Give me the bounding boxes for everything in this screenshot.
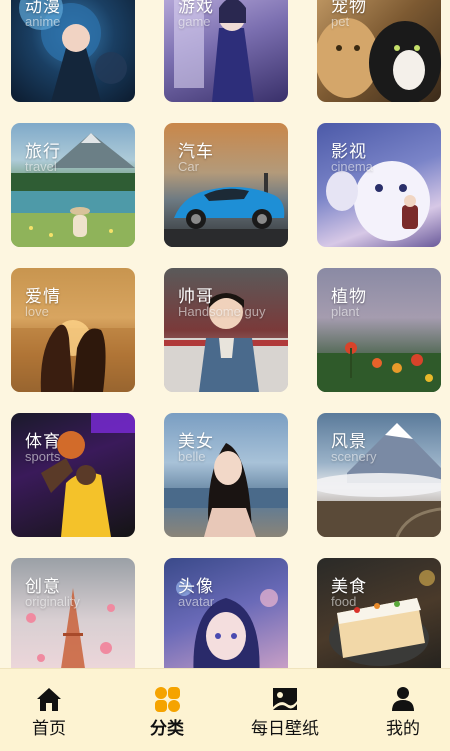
category-subtitle: plant: [331, 304, 360, 319]
home-icon: [35, 685, 63, 713]
category-tile-car[interactable]: 汽车 Car: [164, 123, 288, 247]
category-subtitle: originality: [25, 594, 80, 609]
category-tile-sports[interactable]: 体育 sports: [11, 413, 135, 537]
category-subtitle: game: [178, 14, 211, 29]
user-icon: [389, 685, 417, 713]
category-subtitle: sports: [25, 449, 61, 464]
category-tile-love[interactable]: 爱情 love: [11, 268, 135, 392]
nav-label-home: 首页: [32, 719, 66, 739]
category-subtitle: food: [331, 594, 357, 609]
category-tile-scenery[interactable]: 风景 scenery: [317, 413, 441, 537]
category-tile-plant[interactable]: 植物 plant: [317, 268, 441, 392]
category-subtitle: anime: [25, 14, 61, 29]
category-subtitle: cinema: [331, 159, 373, 174]
category-tile-anime[interactable]: 动漫 anime: [11, 0, 135, 102]
category-row: 爱情 love 帅哥 Handsome guy 植物 plant: [0, 268, 450, 413]
category-screen: 动漫 anime 游戏 game 宠物 pet 旅行 travel 汽车 Car…: [0, 0, 450, 751]
bottom-nav-bar: 首页 分类 每日壁纸 我的: [0, 668, 450, 751]
category-subtitle: belle: [178, 449, 206, 464]
category-subtitle: love: [25, 304, 49, 319]
category-grid-icon: [153, 685, 181, 713]
category-subtitle: Car: [178, 159, 199, 174]
category-subtitle: scenery: [331, 449, 377, 464]
nav-label-mine: 我的: [386, 719, 420, 739]
nav-tab-daily-wallpaper[interactable]: 每日壁纸: [247, 669, 323, 751]
category-row: 动漫 anime 游戏 game 宠物 pet: [0, 0, 450, 123]
category-tile-travel[interactable]: 旅行 travel: [11, 123, 135, 247]
category-row: 旅行 travel 汽车 Car 影视 cinema: [0, 123, 450, 268]
category-tile-belle[interactable]: 美女 belle: [164, 413, 288, 537]
category-tile-food[interactable]: 美食 food: [317, 558, 441, 682]
category-tile-avatar[interactable]: 头像 avatar: [164, 558, 288, 682]
category-grid: 动漫 anime 游戏 game 宠物 pet 旅行 travel 汽车 Car…: [0, 0, 450, 703]
category-tile-game[interactable]: 游戏 game: [164, 0, 288, 102]
category-row: 体育 sports 美女 belle 风景 scenery: [0, 413, 450, 558]
category-tile-pet[interactable]: 宠物 pet: [317, 0, 441, 102]
wallpaper-icon: [271, 685, 299, 713]
category-tile-cinema[interactable]: 影视 cinema: [317, 123, 441, 247]
category-subtitle: pet: [331, 14, 350, 29]
nav-label-daily-wallpaper: 每日壁纸: [251, 719, 319, 739]
nav-tab-mine[interactable]: 我的: [382, 669, 424, 751]
category-subtitle: avatar: [178, 594, 215, 609]
category-tile-originality[interactable]: 创意 originality: [11, 558, 135, 682]
nav-tab-category[interactable]: 分类: [146, 669, 188, 751]
category-subtitle: Handsome guy: [178, 304, 266, 319]
nav-tab-home[interactable]: 首页: [28, 669, 70, 751]
category-tile-handsome-guy[interactable]: 帅哥 Handsome guy: [164, 268, 288, 392]
nav-label-category: 分类: [150, 719, 184, 739]
category-subtitle: travel: [25, 159, 57, 174]
